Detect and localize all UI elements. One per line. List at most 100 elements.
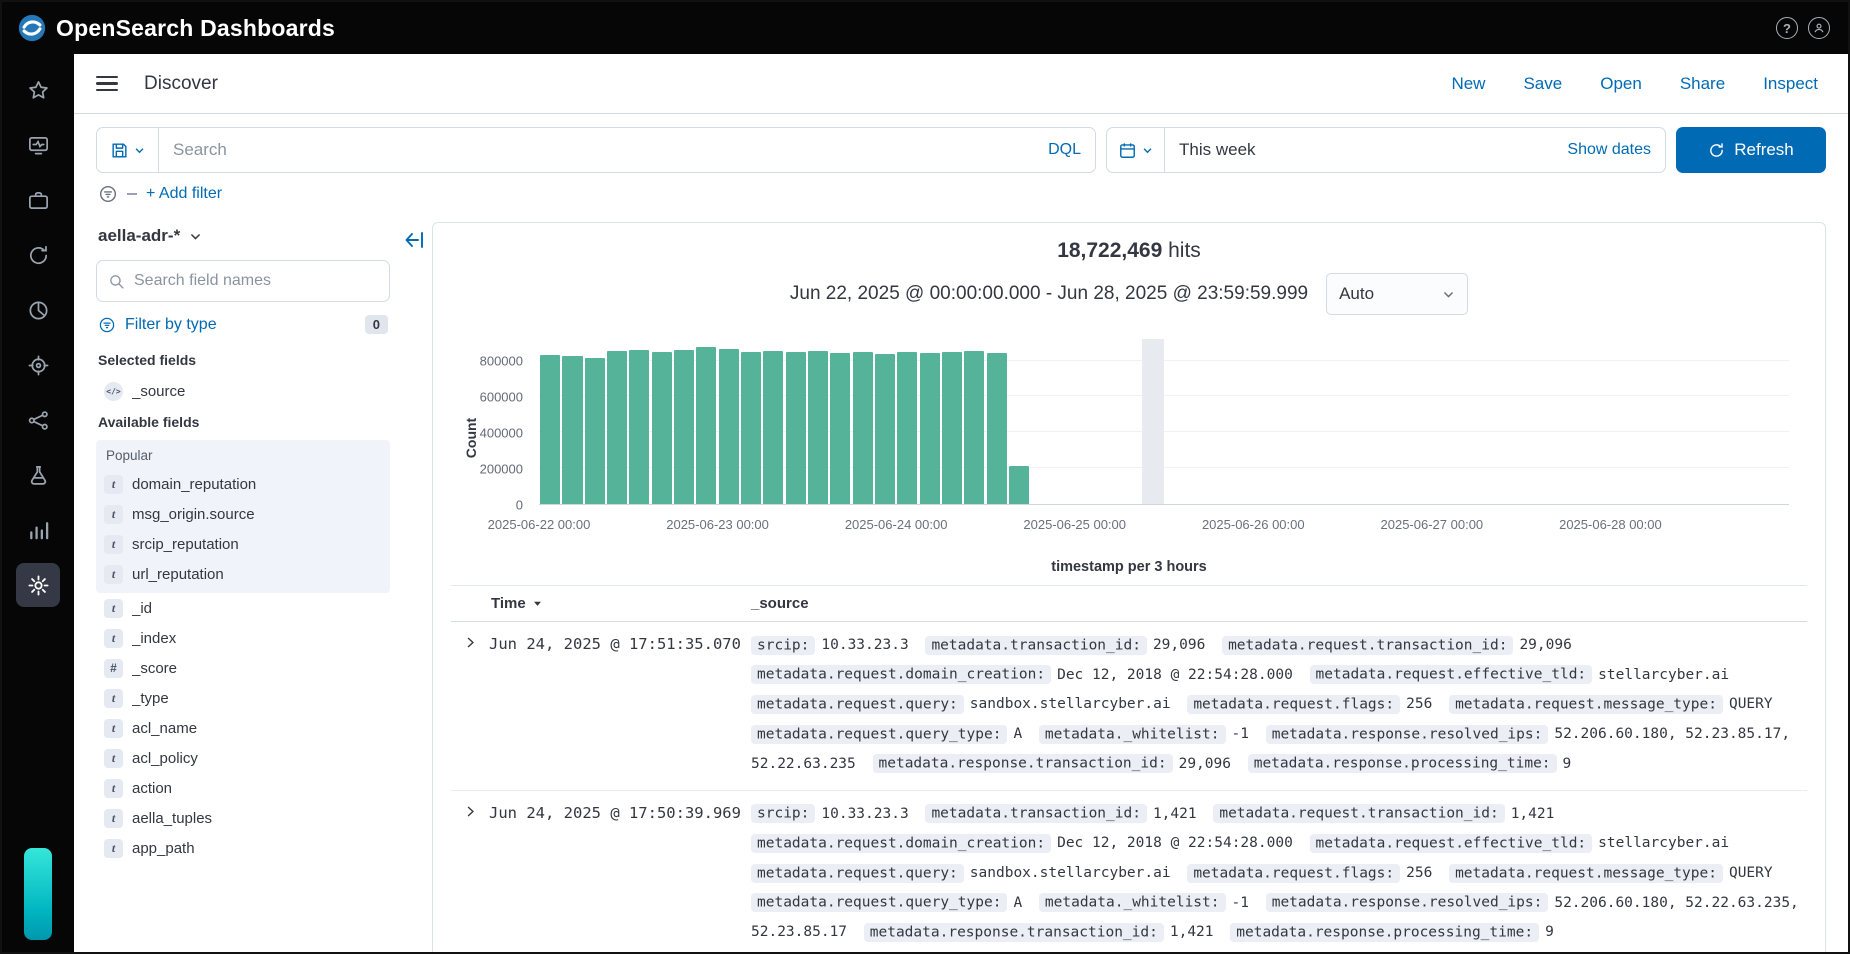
field-item-_type[interactable]: t_type bbox=[96, 683, 390, 713]
field-value: 256 bbox=[1406, 696, 1432, 712]
field-value: 29,096 bbox=[1519, 637, 1571, 653]
histogram-bar[interactable] bbox=[540, 355, 560, 504]
field-item-action[interactable]: taction bbox=[96, 773, 390, 803]
field-item-acl_policy[interactable]: tacl_policy bbox=[96, 743, 390, 773]
field-value-pair: metadata.request.query_type:A bbox=[751, 895, 1030, 911]
nav-network[interactable] bbox=[16, 398, 60, 442]
new-button[interactable]: New bbox=[1451, 74, 1485, 94]
nav-settings[interactable] bbox=[16, 563, 60, 607]
histogram-bar[interactable] bbox=[719, 349, 739, 504]
chevron-down-icon bbox=[1442, 288, 1455, 301]
nav-favorites[interactable] bbox=[16, 68, 60, 112]
field-item-app_path[interactable]: tapp_path bbox=[96, 833, 390, 863]
collapse-col bbox=[396, 216, 432, 952]
histogram-bar[interactable] bbox=[674, 350, 694, 504]
field-key: metadata.request.query: bbox=[751, 864, 964, 883]
open-button[interactable]: Open bbox=[1600, 74, 1642, 94]
index-pattern-select[interactable]: aella-adr-* bbox=[96, 218, 390, 260]
nav-anomaly-detection[interactable] bbox=[16, 233, 60, 277]
field-type-icon: t bbox=[104, 839, 123, 858]
collapse-sidebar-icon[interactable] bbox=[402, 228, 426, 252]
observability-icon bbox=[27, 134, 50, 157]
x-axis-title: timestamp per 3 hours bbox=[451, 547, 1807, 583]
field-type-icon: # bbox=[104, 659, 123, 678]
nav-ml[interactable] bbox=[16, 453, 60, 497]
field-value-pair: metadata.response.transaction_id:1,421 bbox=[864, 924, 1222, 940]
time-range-value[interactable]: This week bbox=[1179, 140, 1256, 160]
refresh-button[interactable]: Refresh bbox=[1676, 127, 1826, 173]
histogram-chart: Count 0200000400000600000800000 2025-06-… bbox=[453, 329, 1803, 547]
field-item-aella_tuples[interactable]: taella_tuples bbox=[96, 803, 390, 833]
field-item-_source[interactable]: </>_source bbox=[96, 376, 390, 406]
opensearch-logo-icon bbox=[18, 14, 46, 42]
histogram-bar[interactable] bbox=[808, 351, 828, 504]
field-value-pair: metadata._whitelist:-1 bbox=[1039, 726, 1257, 742]
available-fields-heading: Available fields bbox=[96, 406, 390, 438]
histogram-bar[interactable] bbox=[652, 352, 672, 504]
field-search-input[interactable] bbox=[134, 272, 378, 290]
x-tick-label: 2025-06-27 00:00 bbox=[1381, 517, 1484, 532]
histogram-bar[interactable] bbox=[607, 351, 627, 504]
inspect-button[interactable]: Inspect bbox=[1763, 74, 1818, 94]
histogram-bar[interactable] bbox=[763, 351, 783, 504]
field-item-msg_origin.source[interactable]: tmsg_origin.source bbox=[96, 499, 390, 529]
field-key: srcip: bbox=[751, 804, 815, 823]
home-link[interactable]: OpenSearch Dashboards bbox=[18, 14, 335, 42]
histogram-bar[interactable] bbox=[696, 347, 716, 504]
filter-by-type-button[interactable]: Filter by type 0 bbox=[96, 302, 390, 344]
quick-select-button[interactable] bbox=[1106, 127, 1164, 173]
search-group: DQL bbox=[96, 127, 1096, 173]
save-button[interactable]: Save bbox=[1523, 74, 1562, 94]
help-icon[interactable]: ? bbox=[1776, 17, 1798, 39]
histogram-bar[interactable] bbox=[987, 353, 1007, 504]
show-dates-button[interactable]: Show dates bbox=[1567, 141, 1651, 159]
field-item-acl_name[interactable]: tacl_name bbox=[96, 713, 390, 743]
account-icon[interactable] bbox=[1808, 17, 1830, 39]
field-value: sandbox.stellarcyber.ai bbox=[970, 696, 1171, 712]
nav-security-analytics[interactable] bbox=[16, 178, 60, 222]
filter-bar: + Add filter bbox=[74, 182, 1848, 216]
donut-chart-icon bbox=[27, 299, 50, 322]
histogram-bar[interactable] bbox=[786, 352, 806, 504]
saved-query-button[interactable] bbox=[96, 127, 158, 173]
nav-observability[interactable] bbox=[16, 123, 60, 167]
y-tick-label: 800000 bbox=[480, 353, 523, 368]
histogram-bar[interactable] bbox=[629, 350, 649, 504]
field-value: A bbox=[1013, 895, 1022, 911]
field-value-pair: metadata.request.query_type:A bbox=[751, 726, 1030, 742]
time-sort-button[interactable]: Time bbox=[489, 595, 751, 612]
field-type-icon: t bbox=[104, 505, 123, 524]
histogram-bar[interactable] bbox=[897, 352, 917, 504]
histogram-bar[interactable] bbox=[830, 353, 850, 504]
nav-trace-analytics[interactable] bbox=[16, 343, 60, 387]
field-key: srcip: bbox=[751, 636, 815, 655]
histogram-bar[interactable] bbox=[585, 358, 605, 504]
add-filter-button[interactable]: + Add filter bbox=[146, 185, 222, 203]
field-item-_id[interactable]: t_id bbox=[96, 593, 390, 623]
histogram-bar[interactable] bbox=[920, 353, 940, 504]
search-input[interactable] bbox=[173, 140, 1038, 160]
menu-toggle-button[interactable] bbox=[96, 76, 118, 92]
histogram-bar[interactable] bbox=[741, 352, 761, 504]
query-language-button[interactable]: DQL bbox=[1048, 141, 1081, 159]
histogram-bar[interactable] bbox=[1009, 466, 1029, 504]
nav-visualize[interactable] bbox=[16, 508, 60, 552]
histogram-bar[interactable] bbox=[964, 351, 984, 504]
stellar-cyber-logo[interactable] bbox=[24, 848, 52, 940]
nav-dashboards[interactable] bbox=[16, 288, 60, 332]
field-item-_score[interactable]: #_score bbox=[96, 653, 390, 683]
expand-toggle[interactable] bbox=[451, 800, 489, 949]
field-value-pair: srcip:10.33.23.3 bbox=[751, 806, 917, 822]
histogram-plot[interactable] bbox=[539, 339, 1789, 505]
field-item-srcip_reputation[interactable]: tsrcip_reputation bbox=[96, 529, 390, 559]
histogram-bar[interactable] bbox=[853, 352, 873, 504]
histogram-bar[interactable] bbox=[942, 352, 962, 504]
histogram-bar[interactable] bbox=[875, 354, 895, 504]
histogram-bar[interactable] bbox=[562, 356, 582, 504]
field-item-domain_reputation[interactable]: tdomain_reputation bbox=[96, 469, 390, 499]
field-item-url_reputation[interactable]: turl_reputation bbox=[96, 559, 390, 589]
field-item-_index[interactable]: t_index bbox=[96, 623, 390, 653]
interval-select[interactable]: Auto bbox=[1326, 273, 1468, 315]
expand-toggle[interactable] bbox=[451, 631, 489, 780]
share-button[interactable]: Share bbox=[1680, 74, 1725, 94]
